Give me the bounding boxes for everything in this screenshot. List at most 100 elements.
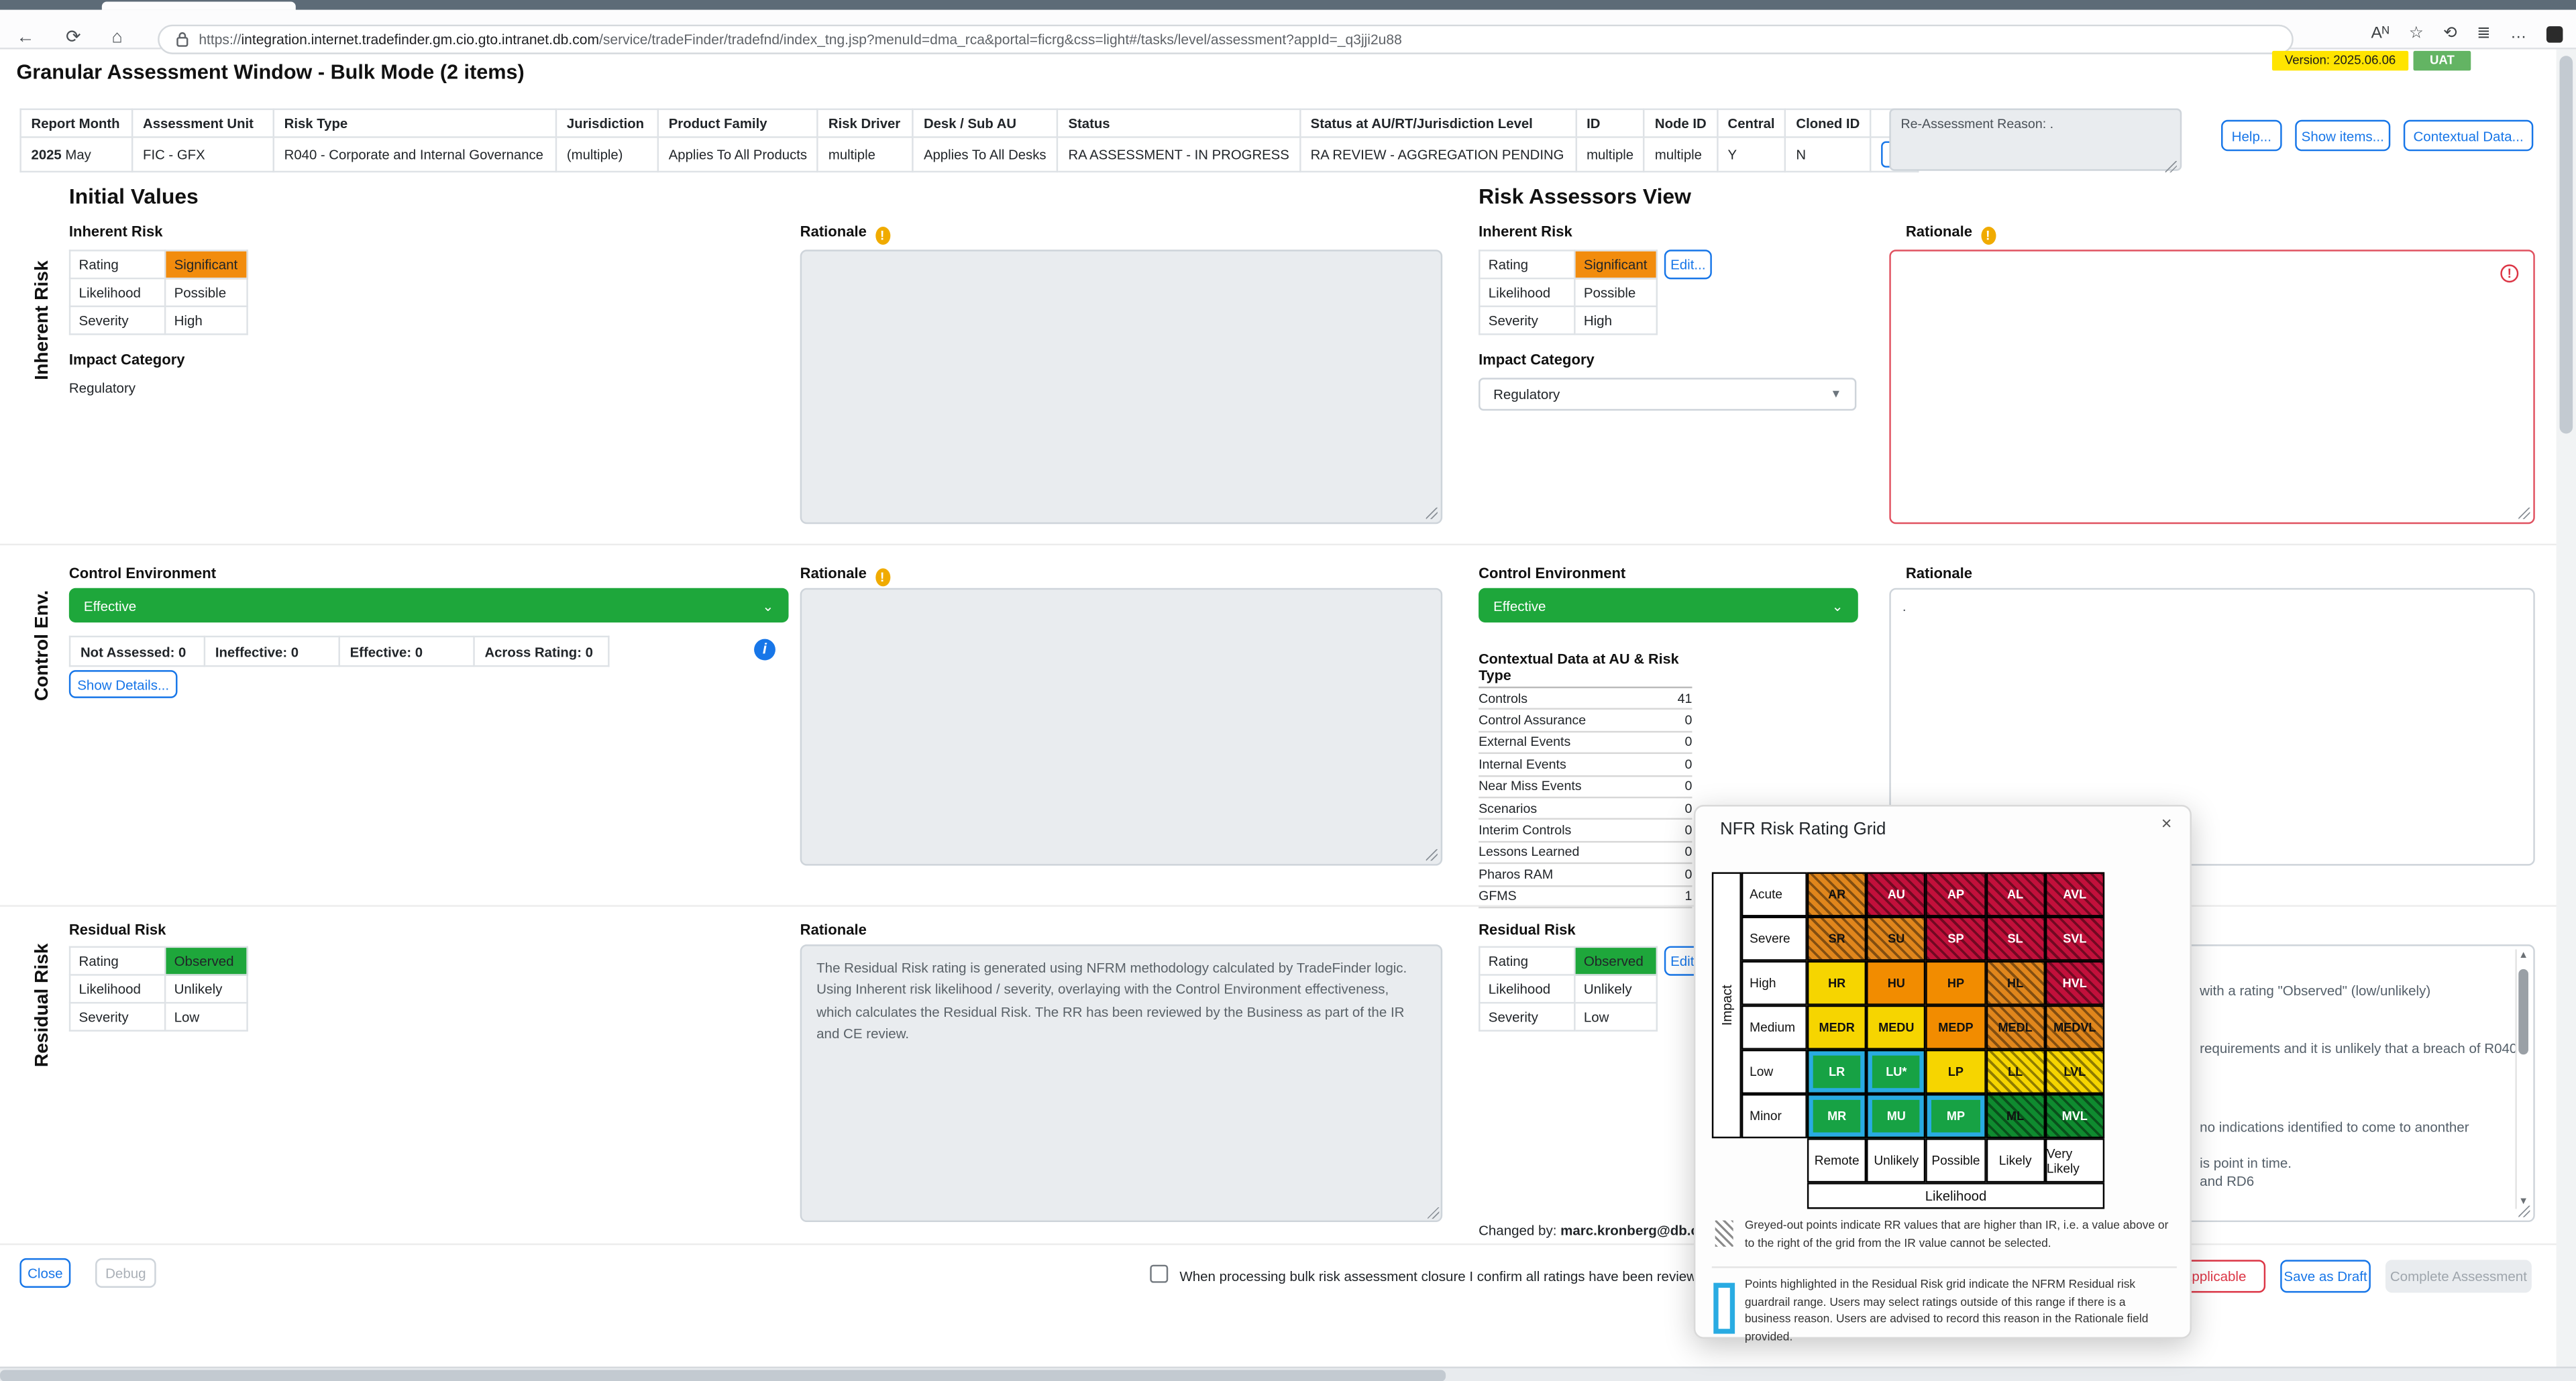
grid-cell-MEDP[interactable]: MEDP	[1926, 1005, 1986, 1050]
chevron-down-icon: ▼	[1830, 388, 1841, 400]
close-button[interactable]: Close	[19, 1258, 70, 1288]
rr-rationale-line-3: is point in time.	[2200, 1155, 2292, 1171]
grid-cell-AR: AR	[1807, 872, 1867, 916]
back-icon[interactable]: ←	[16, 26, 34, 49]
page-vertical-scrollbar[interactable]	[2557, 49, 2576, 1366]
contextual-row-2: External Events0	[1479, 732, 1692, 755]
scroll-up-icon[interactable]: ▲	[2517, 951, 2530, 961]
grid-cell-MEDR[interactable]: MEDR	[1807, 1005, 1867, 1050]
header-value-3: (multiple)	[556, 137, 658, 171]
rationale-textarea-ce-initial[interactable]	[800, 588, 1443, 866]
inherent-severity-initial: High	[165, 307, 247, 335]
rationale-textarea-ir-assessor[interactable]: !	[1889, 250, 2534, 524]
rationale-textarea-rr-initial[interactable]: The Residual Risk rating is generated us…	[800, 944, 1443, 1222]
grid-cell-HP[interactable]: HP	[1926, 961, 1986, 1005]
grid-cell-LU[interactable]: LU*	[1867, 1050, 1927, 1094]
more-menu-icon[interactable]: …	[2510, 25, 2526, 43]
warning-icon: !	[875, 227, 890, 245]
contextual-row-9: GFMS1	[1479, 886, 1692, 908]
likelihood-col-very-likely: Very Likely	[2045, 1138, 2104, 1182]
likelihood-col-likely: Likely	[1986, 1138, 2045, 1182]
page-horizontal-scrollbar[interactable]	[0, 1367, 2576, 1381]
contextual-row-6: Interim Controls0	[1479, 820, 1692, 842]
popup-close-icon[interactable]: ×	[2161, 815, 2172, 834]
sidebar-icon[interactable]	[2546, 25, 2563, 42]
grid-cell-LP[interactable]: LP	[1926, 1050, 1986, 1094]
grid-cell-MEDU[interactable]: MEDU	[1867, 1005, 1927, 1050]
grid-cell-MEDVL: MEDVL	[2045, 1005, 2104, 1050]
favorite-star-icon[interactable]: ☆	[2409, 25, 2424, 43]
residual-likelihood-initial: Unlikely	[165, 975, 247, 1003]
textarea-scrollbar[interactable]: ▲ ▼	[2515, 950, 2528, 1209]
env-badge: UAT	[2414, 51, 2471, 70]
rationale-label-ce-assessor: Rationale	[1906, 565, 1972, 581]
grid-cell-MR[interactable]: MR	[1807, 1094, 1867, 1138]
extensions-icon[interactable]: ⟲	[2443, 25, 2457, 43]
guardrail-legend-text: Points highlighted in the Residual Risk …	[1745, 1276, 2169, 1346]
header-value-5: multiple	[818, 137, 913, 171]
assessment-header-table: Report MonthAssessment UnitRisk TypeJuri…	[19, 109, 1919, 173]
grid-cell-HU[interactable]: HU	[1867, 961, 1927, 1005]
debug-button[interactable]: Debug	[95, 1258, 156, 1288]
reload-icon[interactable]: ⟳	[66, 26, 81, 49]
initial-values-heading: Initial Values	[69, 184, 199, 209]
impact-category-label-assessor: Impact Category	[1479, 351, 1595, 368]
contextual-data-button[interactable]: Contextual Data...	[2404, 120, 2533, 152]
grid-cell-HR[interactable]: HR	[1807, 961, 1867, 1005]
contextual-row-7: Lessons Learned0	[1479, 842, 1692, 865]
grid-cell-SVL: SVL	[2045, 917, 2104, 961]
inherent-risk-table-initial: RatingSignificant LikelihoodPossible Sev…	[69, 250, 248, 335]
control-env-label-initial: Control Environment	[69, 565, 216, 581]
show-items-button[interactable]: Show items...	[2295, 120, 2390, 152]
ce-stat-3: Across Rating: 0	[474, 637, 609, 666]
edit-inherent-button[interactable]: Edit...	[1664, 250, 1712, 279]
grid-cell-AU: AU	[1867, 872, 1927, 916]
contextual-row-3: Internal Events0	[1479, 755, 1692, 777]
read-aloud-icon[interactable]: Aᴺ	[2371, 25, 2390, 43]
residual-severity-assessor: Low	[1574, 1003, 1656, 1031]
resize-handle[interactable]	[2165, 161, 2177, 172]
complete-assessment-button[interactable]: Complete Assessment	[2385, 1260, 2532, 1292]
inherent-likelihood-initial: Possible	[165, 278, 247, 307]
url-bar[interactable]: https://integration.internet.tradefinder…	[158, 25, 2294, 54]
header-value-1: FIC - GFX	[132, 137, 274, 171]
ce-stat-1: Ineffective: 0	[205, 637, 339, 666]
resize-handle[interactable]	[1428, 1207, 1439, 1219]
warning-icon: !	[1980, 227, 1995, 245]
grid-cell-MU[interactable]: MU	[1867, 1094, 1927, 1138]
rr-rationale-line-0: with a rating "Observed" (low/unlikely)	[2200, 982, 2430, 998]
grid-cell-SL: SL	[1986, 917, 2045, 961]
rationale-label-rr-initial: Rationale	[800, 922, 867, 938]
residual-severity-initial: Low	[165, 1003, 247, 1031]
inherent-severity-assessor: High	[1574, 307, 1656, 335]
help-button[interactable]: Help...	[2221, 120, 2282, 152]
header-value-7: RA ASSESSMENT - IN PROGRESS	[1058, 137, 1300, 171]
control-env-select-assessor[interactable]: Effective⌄	[1479, 588, 1858, 622]
grid-cell-SU: SU	[1867, 917, 1927, 961]
impact-row-high: High	[1741, 961, 1807, 1005]
collections-icon[interactable]: ≣	[2477, 25, 2491, 43]
browser-tab[interactable]	[102, 1, 296, 9]
header-col-12: Cloned ID	[1786, 109, 1871, 137]
show-details-button[interactable]: Show Details...	[69, 670, 178, 698]
app-root: ← ⟳ ⌂ https://integration.internet.trade…	[0, 0, 2576, 1381]
save-as-draft-button[interactable]: Save as Draft	[2280, 1260, 2371, 1292]
row-label-control-env: Control Env.	[33, 539, 56, 752]
grid-cell-LR[interactable]: LR	[1807, 1050, 1867, 1094]
header-col-11: Central	[1717, 109, 1786, 137]
grid-cell-MP[interactable]: MP	[1926, 1094, 1986, 1138]
control-env-select-initial[interactable]: Effective⌄	[69, 588, 789, 622]
bulk-confirm-checkbox[interactable]	[1150, 1265, 1168, 1283]
impact-category-select[interactable]: Regulatory▼	[1479, 378, 1856, 410]
header-col-6: Desk / Sub AU	[913, 109, 1058, 137]
popup-title: NFR Risk Rating Grid	[1720, 820, 1886, 839]
lock-icon	[176, 32, 189, 48]
reassessment-reason-textarea[interactable]: Re-Assessment Reason: .	[1889, 109, 2182, 171]
grid-cell-AVL: AVL	[2045, 872, 2104, 916]
rationale-label-ir-initial: Rationale!	[800, 223, 890, 245]
info-icon[interactable]: i	[754, 639, 775, 661]
home-icon[interactable]: ⌂	[112, 26, 123, 49]
guardrail-legend-icon	[1713, 1283, 1735, 1334]
rationale-textarea-ir-initial[interactable]	[800, 250, 1443, 524]
row-label-residual-risk: Residual Risk	[33, 899, 56, 1112]
